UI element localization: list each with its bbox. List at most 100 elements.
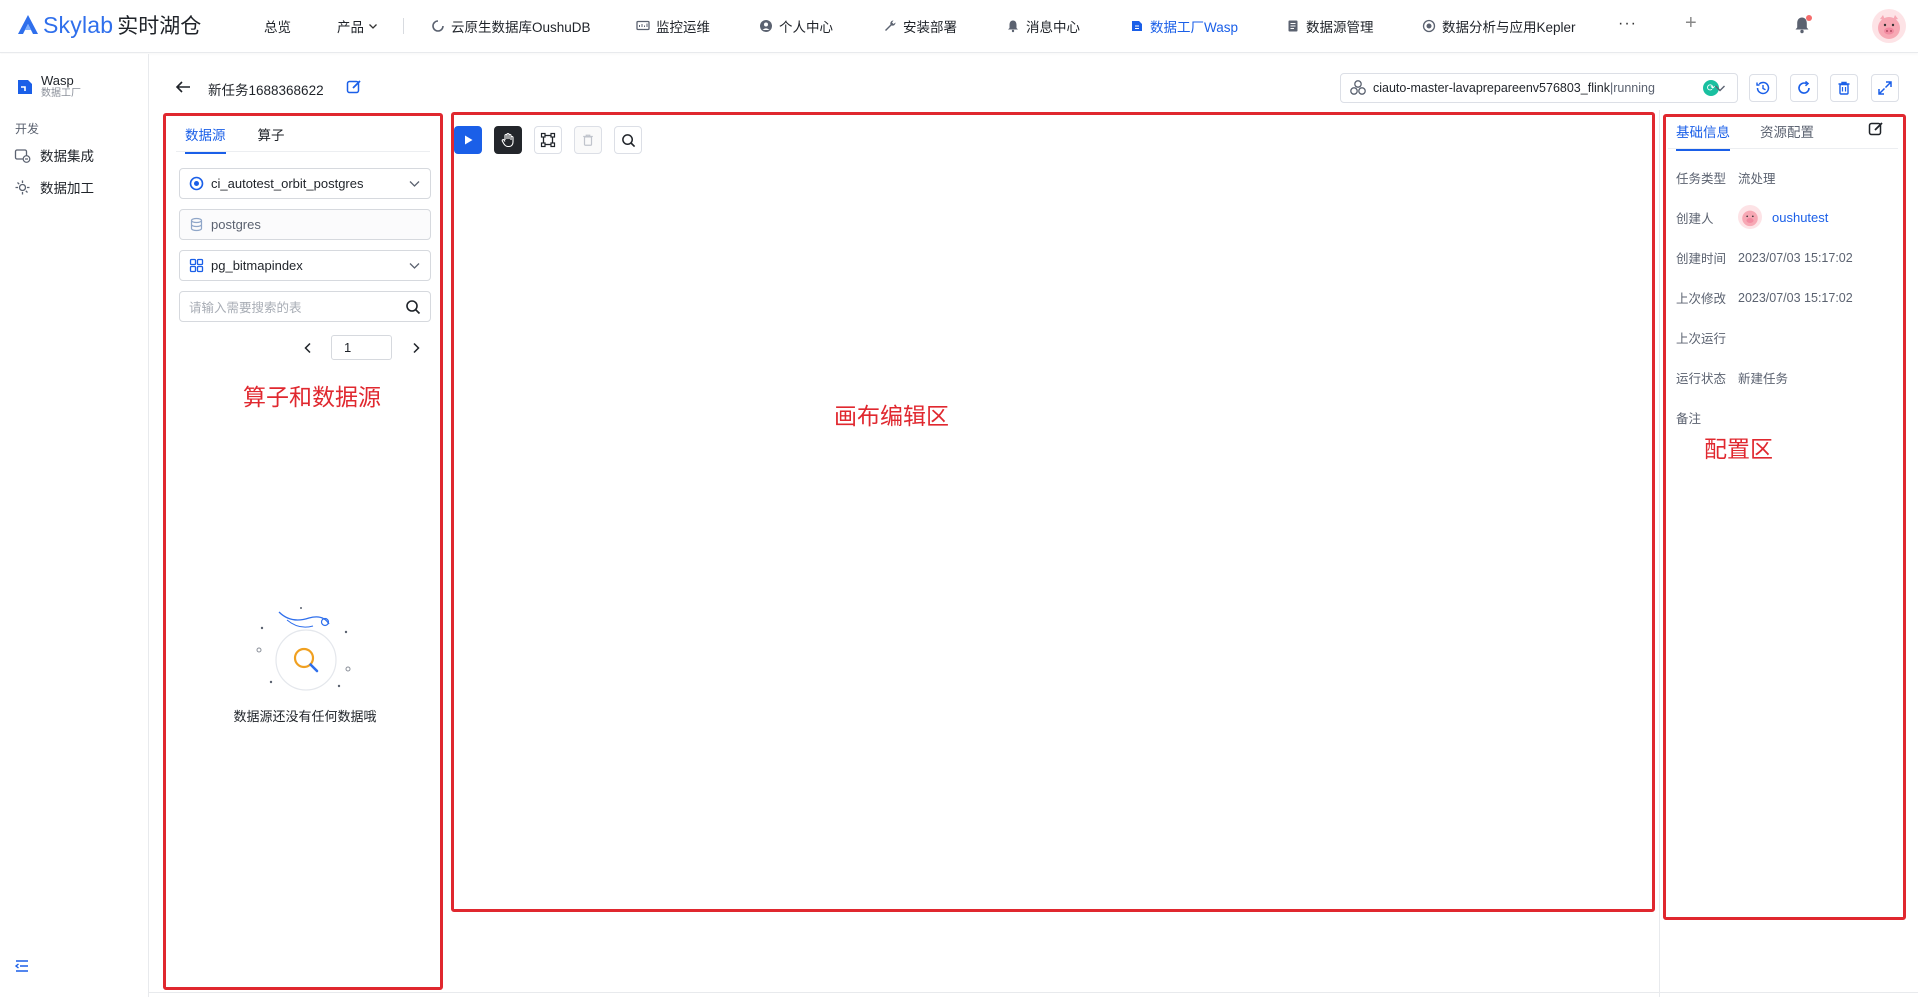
brand-name: Skylab [43, 11, 114, 38]
kepler-icon [1422, 19, 1436, 33]
left-sidebar: Wasp 数据工厂 开发 数据集成 数据加工 [0, 54, 149, 997]
schema-value: pg_bitmapindex [211, 258, 303, 273]
sidebar-item-data-integration[interactable]: 数据集成 [14, 145, 94, 165]
annotation-label-right: 配置区 [1704, 436, 1773, 462]
chevron-left-icon[interactable] [301, 341, 315, 355]
cluster-name: ciauto-master-lavaprepareenv576803_flink [1373, 81, 1610, 95]
nav-datasource-mgmt[interactable]: 数据源管理 [1286, 15, 1374, 37]
nav-overview-label: 总览 [264, 20, 291, 35]
notification-dot [1806, 15, 1812, 21]
sidebar-collapse-icon[interactable] [14, 958, 30, 974]
nav-overview[interactable]: 总览 [264, 15, 291, 37]
skylab-logo[interactable]: Skylab 实时湖仓 [16, 11, 201, 39]
info-key: 上次运行 [1676, 332, 1727, 346]
info-row-creator: 创建人 oushutest [1676, 205, 1828, 229]
nav-wasp-label: 数据工厂Wasp [1150, 20, 1239, 35]
nav-monitor[interactable]: 监控运维 [636, 15, 710, 37]
sidebar-item-data-processing[interactable]: 数据加工 [14, 177, 94, 197]
nav-messages-label: 消息中心 [1026, 20, 1080, 35]
info-row-task-type: 任务类型 流处理 [1676, 168, 1776, 187]
back-arrow-icon[interactable] [174, 78, 192, 96]
chevron-down-icon [409, 263, 420, 269]
hand-icon [501, 132, 514, 148]
user-avatar[interactable] [1872, 9, 1906, 43]
tab-datasource[interactable]: 数据源 [185, 124, 226, 154]
sidebar-item-label: 数据加工 [40, 181, 94, 196]
annotation-label-left: 算子和数据源 [243, 384, 381, 410]
edit-task-name-icon[interactable] [346, 79, 362, 95]
pan-tool-button[interactable] [494, 126, 522, 154]
nav-oushudb[interactable]: 云原生数据库OushuDB [431, 15, 591, 37]
info-value: 2023/07/03 15:17:02 [1738, 290, 1853, 305]
nav-messages[interactable]: 消息中心 [1006, 15, 1080, 37]
nav-kepler[interactable]: 数据分析与应用Kepler [1422, 15, 1576, 37]
cluster-select[interactable]: ciauto-master-lavaprepareenv576803_flink… [1340, 73, 1738, 103]
empty-search-illustration [256, 607, 351, 691]
oushudb-icon [431, 19, 445, 33]
history-icon [1756, 81, 1770, 95]
sidebar-item-label: 数据集成 [40, 149, 94, 164]
search-icon[interactable] [405, 299, 421, 315]
left-panel-tabs: 数据源 算子 [185, 124, 317, 154]
right-panel-divider [1668, 148, 1898, 149]
datasource-select[interactable]: ci_autotest_orbit_postgres [179, 168, 431, 199]
chevron-down-icon [1715, 85, 1725, 92]
info-key: 运行状态 [1676, 372, 1727, 386]
database-field[interactable]: postgres [179, 209, 431, 240]
schema-grid-icon [189, 258, 204, 273]
info-row-remark: 备注 [1676, 408, 1738, 427]
table-search-input[interactable]: 请输入需要搜索的表 [179, 291, 431, 322]
delete-node-button[interactable] [574, 126, 602, 154]
fullscreen-button[interactable] [1871, 74, 1899, 102]
nav-deploy[interactable]: 安装部署 [883, 15, 957, 37]
search-icon [621, 133, 635, 147]
info-value: 2023/07/03 15:17:02 [1738, 250, 1853, 265]
nav-separator [403, 18, 404, 34]
nav-wasp[interactable]: 数据工厂Wasp [1130, 15, 1238, 37]
more-icon[interactable]: ··· [1618, 15, 1637, 33]
fit-view-button[interactable] [534, 126, 562, 154]
brand-subtitle: 实时湖仓 [117, 15, 202, 38]
tab-basic-info[interactable]: 基础信息 [1676, 121, 1730, 151]
info-key: 备注 [1676, 412, 1702, 426]
right-panel-border [1659, 110, 1660, 997]
bottom-border [149, 992, 1918, 993]
bell-icon [1006, 19, 1020, 33]
tab-resource-config[interactable]: 资源配置 [1760, 121, 1814, 151]
canvas-search-button[interactable] [614, 126, 642, 154]
cluster-status: |running [1609, 81, 1655, 95]
info-key: 上次修改 [1676, 292, 1727, 306]
nav-product[interactable]: 产品 [337, 15, 378, 37]
left-panel-divider [176, 151, 430, 152]
sidebar-app-sub: 数据工厂 [41, 88, 81, 99]
database-value: postgres [211, 217, 261, 232]
creator-link[interactable]: oushutest [1772, 210, 1828, 225]
add-tab-icon[interactable]: + [1685, 12, 1697, 35]
run-button[interactable] [454, 126, 482, 154]
page-number-input[interactable]: 1 [331, 335, 392, 360]
info-key: 创建人 [1676, 211, 1714, 226]
tab-operators[interactable]: 算子 [258, 124, 285, 154]
canvas-area[interactable] [454, 160, 1648, 908]
sidebar-app-header[interactable]: Wasp 数据工厂 [16, 74, 81, 100]
info-value: 流处理 [1738, 172, 1776, 186]
creator-avatar [1738, 205, 1762, 229]
top-nav: Skylab 实时湖仓 总览 产品 云原生数据库OushuDB 监控运维 个人中… [0, 0, 1918, 53]
delete-task-button[interactable] [1830, 74, 1858, 102]
edit-config-icon[interactable] [1868, 121, 1884, 137]
nav-personal[interactable]: 个人中心 [759, 15, 833, 37]
history-button[interactable] [1749, 74, 1777, 102]
wasp-app-icon [18, 80, 32, 94]
expand-icon [1878, 81, 1892, 95]
info-row-last-run: 上次运行 [1676, 328, 1738, 347]
refresh-button[interactable] [1790, 74, 1818, 102]
info-row-run-status: 运行状态 新建任务 [1676, 368, 1788, 387]
nav-deploy-label: 安装部署 [903, 20, 957, 35]
refresh-icon [1798, 80, 1810, 94]
info-row-last-modified: 上次修改 2023/07/03 15:17:02 [1676, 288, 1853, 307]
info-key: 创建时间 [1676, 252, 1727, 266]
schema-select[interactable]: pg_bitmapindex [179, 250, 431, 281]
info-row-created-time: 创建时间 2023/07/03 15:17:02 [1676, 248, 1853, 267]
postgres-icon [189, 176, 204, 191]
chevron-right-icon[interactable] [409, 341, 423, 355]
